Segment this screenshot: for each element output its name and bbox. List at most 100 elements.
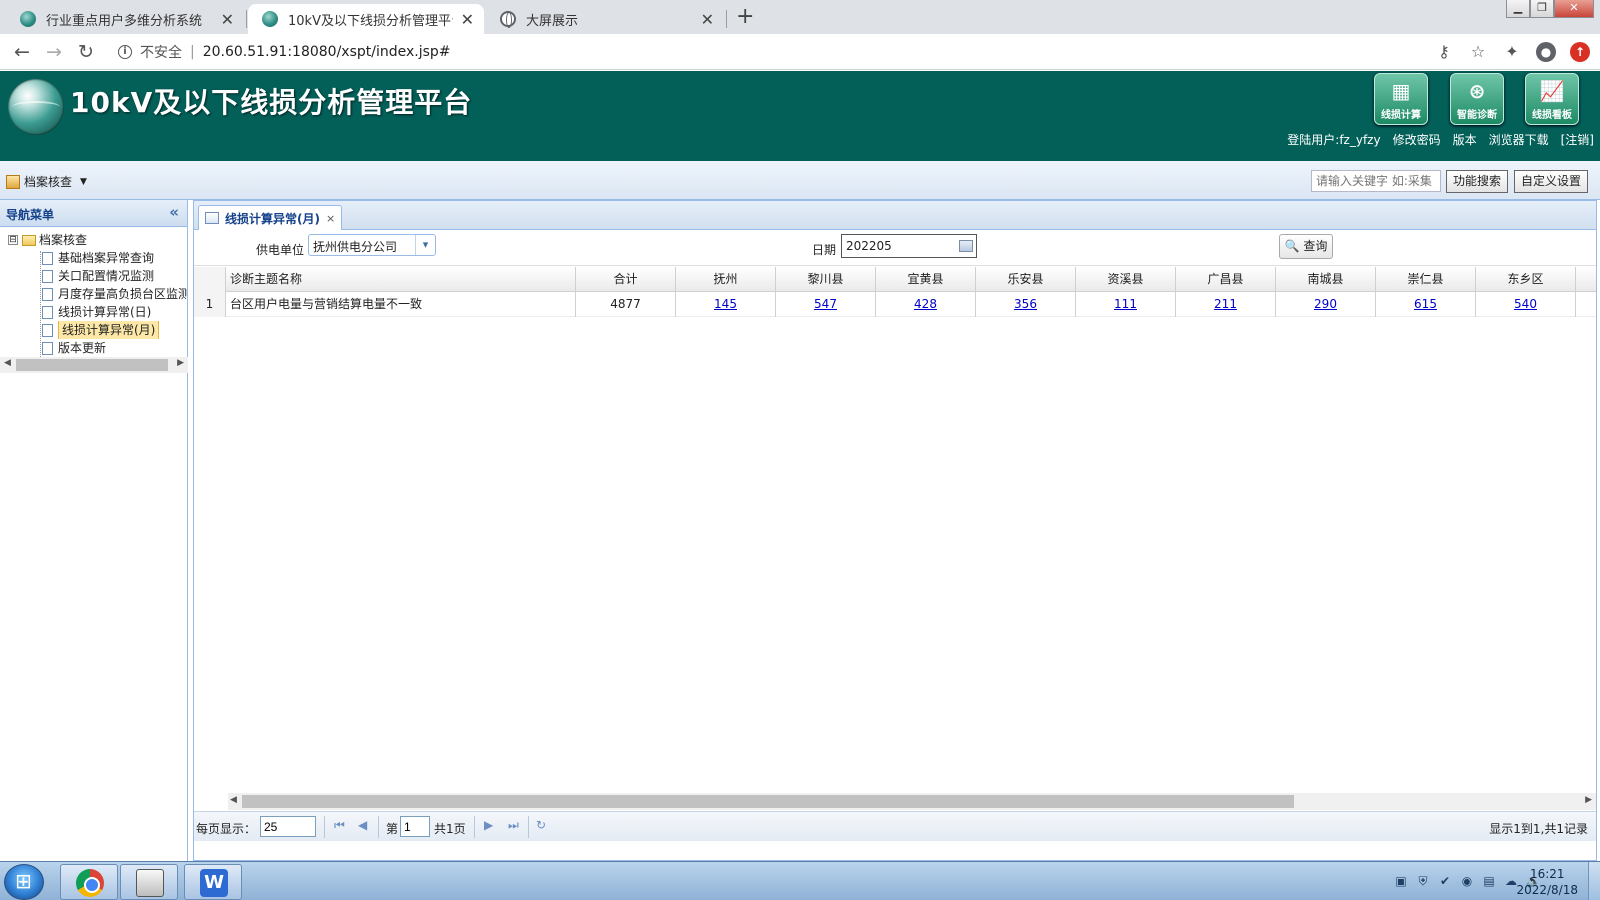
taskbar-chrome[interactable]	[60, 864, 118, 900]
column-header[interactable]: 南城县	[1276, 267, 1376, 292]
region-count-link[interactable]: 540	[1514, 297, 1537, 311]
line-loss-calc-button[interactable]: ▦ 线损计算	[1374, 73, 1428, 125]
extensions-puzzle-icon[interactable]: ✦	[1502, 42, 1522, 62]
region-count-link[interactable]: 547	[814, 297, 837, 311]
browser-download-link[interactable]: 浏览器下载	[1489, 131, 1549, 148]
show-desktop-button[interactable]	[1588, 862, 1600, 900]
tray-app-icon[interactable]: ▣	[1394, 874, 1408, 888]
column-header[interactable]: 乐安县	[976, 267, 1076, 292]
shield-icon[interactable]: ⛨	[1416, 874, 1430, 888]
tree-item-gateway-config[interactable]: 关口配置情况监测	[8, 267, 187, 285]
info-icon[interactable]: i	[118, 45, 132, 59]
region-count-link[interactable]: 145	[714, 297, 737, 311]
scroll-right-arrow-icon[interactable]: ▶	[177, 358, 184, 368]
logout-link[interactable]: [注销]	[1561, 131, 1594, 148]
next-page-icon[interactable]: ▶	[484, 818, 493, 832]
smart-diagnosis-button[interactable]: ⊛ 智能诊断	[1450, 73, 1504, 125]
column-header[interactable]: 合计	[576, 267, 676, 292]
column-header[interactable]: 黎川县	[776, 267, 876, 292]
nav-horizontal-scrollbar[interactable]: ◀ ▶	[0, 357, 188, 373]
page-number-input[interactable]	[400, 816, 430, 837]
per-page-input[interactable]	[260, 816, 316, 837]
close-window-icon[interactable]: ✕	[1554, 0, 1594, 18]
tree-item-basic-archive[interactable]: 基础档案异常查询	[8, 249, 187, 267]
tree-item-version-update[interactable]: 版本更新	[8, 339, 187, 357]
line-loss-board-button[interactable]: 📈 线损看板	[1525, 73, 1579, 125]
column-header[interactable]: 宜黄县	[876, 267, 976, 292]
date-input[interactable]: 202205	[841, 234, 977, 258]
region-cell: 540	[1476, 292, 1576, 317]
url-omnibox[interactable]: i 不安全 | 20.60.51.91:18080/xspt/index.jsp…	[108, 38, 1448, 66]
previous-page-icon[interactable]: ◀	[358, 818, 367, 832]
scrollbar-thumb[interactable]	[16, 359, 168, 371]
chevron-down-icon[interactable]: ▾	[415, 235, 435, 255]
grid-horizontal-scrollbar[interactable]: ◀ ▶	[228, 793, 1596, 810]
start-menu-icon[interactable]	[4, 864, 44, 900]
query-button[interactable]: 🔍 查询	[1279, 234, 1333, 259]
browser-tab-title: 10kV及以下线损分析管理平台	[288, 13, 453, 29]
close-tab-icon[interactable]: ×	[326, 212, 335, 225]
column-header[interactable]: 东乡区	[1476, 267, 1576, 292]
column-header[interactable]: 资溪县	[1076, 267, 1176, 292]
region-count-link[interactable]: 211	[1214, 297, 1237, 311]
version-link[interactable]: 版本	[1453, 131, 1477, 148]
tab-separator	[246, 10, 247, 28]
region-count-link[interactable]: 111	[1114, 297, 1137, 311]
tree-node-archive-check[interactable]: ⊟ 档案核查	[8, 231, 187, 249]
archive-check-menu[interactable]: 档案核查 ▼	[6, 173, 87, 190]
reload-icon[interactable]: ↻	[74, 40, 98, 64]
region-count-link[interactable]: 356	[1014, 297, 1037, 311]
refresh-icon[interactable]: ↻	[536, 818, 546, 832]
network-icon[interactable]: ▤	[1482, 874, 1496, 888]
browser-tab-2[interactable]: 10kV及以下线损分析管理平台 ✕	[248, 4, 484, 34]
taskbar-calculator[interactable]	[120, 864, 178, 900]
collapse-double-left-icon[interactable]: «	[169, 203, 179, 221]
function-search-button[interactable]: 功能搜索	[1446, 170, 1509, 193]
first-page-icon[interactable]: ⏮	[334, 818, 345, 833]
tab-calc-anomaly-monthly[interactable]: 线损计算异常(月) ×	[198, 205, 343, 230]
back-arrow-icon[interactable]: ←	[10, 40, 34, 64]
calendar-icon[interactable]	[959, 240, 973, 252]
scroll-left-arrow-icon[interactable]: ◀	[230, 795, 237, 805]
browser-tab-3[interactable]: 大屏展示 ✕	[486, 4, 724, 34]
region-count-link[interactable]: 615	[1414, 297, 1437, 311]
star-bookmark-icon[interactable]: ☆	[1468, 42, 1488, 62]
region-count-link[interactable]: 290	[1314, 297, 1337, 311]
close-tab-icon[interactable]: ✕	[701, 10, 714, 29]
forward-arrow-icon[interactable]: →	[42, 40, 66, 64]
change-password-link[interactable]: 修改密码	[1393, 131, 1441, 148]
column-header[interactable]: 抚州	[676, 267, 776, 292]
scrollbar-thumb[interactable]	[242, 795, 1294, 808]
supply-unit-select[interactable]: 抚州供电分公司 ▾	[308, 234, 436, 256]
security-check-icon[interactable]: ✔	[1438, 874, 1452, 888]
tree-item-calc-anomaly-monthly[interactable]: 线损计算异常(月)	[8, 321, 187, 339]
globe-logo-icon	[8, 79, 64, 135]
globe-tray-icon[interactable]: ◉	[1460, 874, 1474, 888]
column-header[interactable]: 崇仁县	[1376, 267, 1476, 292]
scroll-right-arrow-icon[interactable]: ▶	[1585, 795, 1592, 805]
profile-avatar-icon[interactable]: ●	[1536, 42, 1556, 62]
region-count-link[interactable]: 428	[914, 297, 937, 311]
close-tab-icon[interactable]: ✕	[221, 10, 234, 29]
custom-settings-button[interactable]: 自定义设置	[1514, 170, 1589, 193]
last-page-icon[interactable]: ⏭	[508, 818, 519, 833]
scroll-left-arrow-icon[interactable]: ◀	[4, 358, 11, 368]
taskbar-wps[interactable]: W	[184, 864, 242, 900]
update-alert-icon[interactable]: ↑	[1570, 42, 1590, 62]
key-icon[interactable]: ⚷	[1434, 42, 1454, 62]
tree-item-monthly-high-loss[interactable]: 月度存量高负损台区监测	[8, 285, 187, 303]
column-header[interactable]: 诊断主题名称	[226, 267, 576, 292]
browser-tab-1[interactable]: 行业重点用户多维分析系统 ✕	[6, 4, 244, 34]
system-clock[interactable]: 16:21 2022/8/18	[1516, 866, 1578, 898]
keyword-search-input[interactable]	[1311, 170, 1441, 192]
tree-collapse-icon[interactable]: ⊟	[8, 235, 18, 245]
close-tab-icon[interactable]: ✕	[461, 10, 474, 29]
new-tab-plus-icon[interactable]: +	[736, 4, 754, 29]
tree-item-calc-anomaly-daily[interactable]: 线损计算异常(日)	[8, 303, 187, 321]
column-header[interactable]: 广昌县	[1176, 267, 1276, 292]
minimize-icon[interactable]: ▁	[1506, 0, 1530, 18]
table-row[interactable]: 1 台区用户电量与营销结算电量不一致 4877 145 547 428 356 …	[194, 292, 1596, 317]
omnibox-separator: |	[190, 44, 195, 60]
restore-icon[interactable]: ❐	[1530, 0, 1554, 18]
query-button-label: 查询	[1303, 239, 1328, 253]
